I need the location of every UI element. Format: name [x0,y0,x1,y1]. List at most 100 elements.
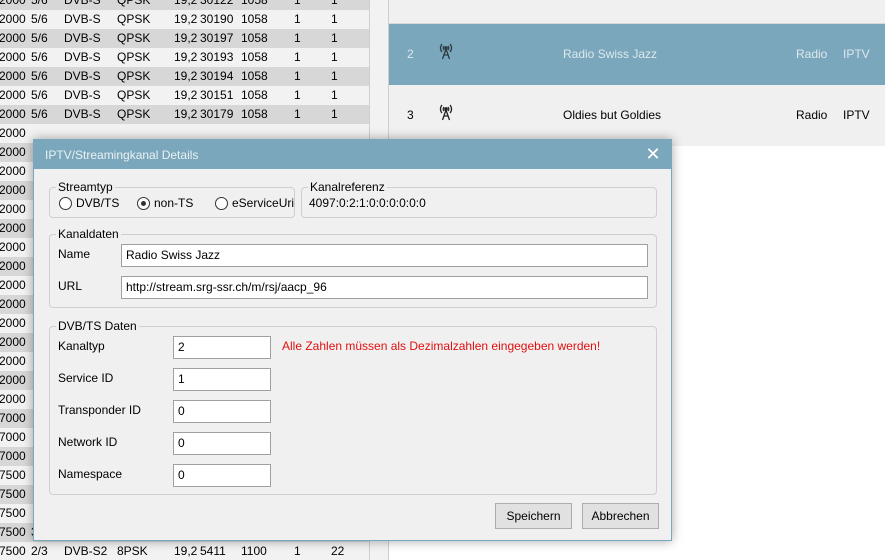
table-cell: DVB-S [64,12,101,26]
channel-type: Radio [796,108,828,122]
radio-nonts-label[interactable]: non-TS [154,195,193,211]
radio-eserviceuri[interactable] [215,197,228,210]
table-cell: 2000 [0,12,26,26]
table-row[interactable]: 2000 5/6 DVB-S QPSK 19,2 30151 1058 1 1 [0,86,369,105]
table-cell: 1 [331,88,338,102]
service-id-label: Service ID [58,371,114,385]
kanalreferenz-legend: Kanalreferenz [308,180,387,194]
table-row[interactable]: 2000 5/6 DVB-S QPSK 19,2 30190 1058 1 1 [0,10,369,29]
table-cell: 2000 [0,31,26,45]
iptv-details-dialog: IPTV/Streamingkanal Details ✕ Streamtyp … [33,139,672,541]
channel-source: IPTV [843,47,870,61]
table-cell: 19,2 [174,31,198,45]
table-row[interactable]: 7500 2/3 DVB-S2 8PSK 19,2 5411 1100 1 22 [0,542,369,560]
streamtyp-legend: Streamtyp [56,180,115,194]
service-id-input[interactable]: 1 [173,368,271,391]
name-label: Name [58,247,91,261]
radio-dvbts[interactable] [59,197,72,210]
table-cell: QPSK [117,50,151,64]
table-cell: 7500 [0,487,26,501]
kanalreferenz-value: 4097:0:2:1:0:0:0:0:0:0 [309,196,426,210]
radio-eserviceuri-label[interactable]: eServiceUri [232,195,294,211]
dialog-title: IPTV/Streamingkanal Details [45,148,199,162]
table-cell: 30151 [200,88,234,102]
antenna-icon [439,42,453,64]
table-cell: 8PSK [117,544,148,558]
table-cell: 2000 [0,0,26,7]
table-row[interactable]: 2000 5/6 DVB-S QPSK 19,2 30179 1058 1 1 [0,105,369,124]
radio-nonts[interactable] [137,197,150,210]
table-cell: 1 [294,50,301,64]
channel-list-header-area [389,0,885,24]
channel-row[interactable]: 3 Oldies but Goldies Radio IPTV [389,85,885,146]
table-cell: 7500 [0,468,26,482]
kanaltyp-label: Kanaltyp [58,339,105,353]
table-cell: 30190 [200,12,234,26]
table-cell: 7000 [0,430,26,444]
table-cell: 5411 [200,544,226,558]
table-cell: 1058 [241,69,268,83]
table-cell: 2000 [0,392,26,406]
table-cell: 2000 [0,335,26,349]
table-cell: 2000 [0,126,26,140]
table-cell: 19,2 [174,88,198,102]
table-cell: 2000 [0,373,26,387]
save-button[interactable]: Speichern [495,503,572,529]
table-cell: 7000 [0,449,26,463]
url-input[interactable]: http://stream.srg-ssr.ch/m/rsj/aacp_96 [121,276,648,299]
transponder-id-input[interactable]: 0 [173,400,271,423]
name-input[interactable]: Radio Swiss Jazz [121,244,648,267]
table-cell: 1 [294,31,301,45]
table-cell: 2000 [0,145,26,159]
table-cell: 1058 [241,12,268,26]
table-cell: 2000 [0,316,26,330]
table-cell: 2/3 [31,544,48,558]
table-cell: 1 [294,69,301,83]
table-row[interactable]: 2000 5/6 DVB-S QPSK 19,2 30197 1058 1 1 [0,29,369,48]
dialog-titlebar[interactable]: IPTV/Streamingkanal Details ✕ [34,140,671,169]
table-cell: 19,2 [174,107,198,121]
table-cell: 2000 [0,259,26,273]
table-cell: 1 [294,88,301,102]
table-cell: 1058 [241,31,268,45]
namespace-label: Namespace [58,467,123,481]
table-cell: 19,2 [174,0,198,7]
table-cell: DVB-S [64,88,101,102]
table-cell: QPSK [117,88,151,102]
table-cell: 1 [294,12,301,26]
table-cell: 2000 [0,88,26,102]
table-cell: 30197 [200,31,234,45]
cancel-button[interactable]: Abbrechen [582,503,659,529]
table-cell: QPSK [117,69,151,83]
channel-number: 3 [407,108,414,122]
table-cell: 5/6 [31,107,48,121]
table-cell: 2000 [0,221,26,235]
table-cell: 2000 [0,297,26,311]
table-cell: 1 [331,69,338,83]
table-cell: 1058 [241,107,268,121]
table-cell: 7000 [0,411,26,425]
channel-source: IPTV [843,108,870,122]
table-row[interactable]: 2000 5/6 DVB-S QPSK 19,2 30193 1058 1 1 [0,48,369,67]
kanaltyp-input[interactable]: 2 [173,336,271,359]
channel-name: Oldies but Goldies [563,108,662,122]
table-cell: 7500 [0,506,26,520]
table-cell: 19,2 [174,69,198,83]
namespace-input[interactable]: 0 [173,464,271,487]
radio-selected-dot [141,201,146,206]
channel-row-selected[interactable]: 2 Radio Swiss Jazz Radio IPTV [389,24,885,85]
table-cell: QPSK [117,31,151,45]
table-row[interactable]: 2000 5/6 DVB-S QPSK 19,2 30194 1058 1 1 [0,67,369,86]
table-cell: 2000 [0,164,26,178]
close-icon[interactable]: ✕ [644,144,662,164]
table-cell: 5/6 [31,88,48,102]
table-cell: 30193 [200,50,234,64]
table-row[interactable]: 2000 5/6 DVB-S QPSK 19,2 30122 1058 1 1 [0,0,369,10]
table-cell: 1 [294,544,301,558]
table-cell: 2000 [0,183,26,197]
network-id-input[interactable]: 0 [173,432,271,455]
validation-error-message: Alle Zahlen müssen als Dezimalzahlen ein… [282,339,601,353]
radio-dvbts-label[interactable]: DVB/TS [76,195,119,211]
kanaldaten-legend: Kanaldaten [56,227,121,241]
url-label: URL [58,279,83,293]
